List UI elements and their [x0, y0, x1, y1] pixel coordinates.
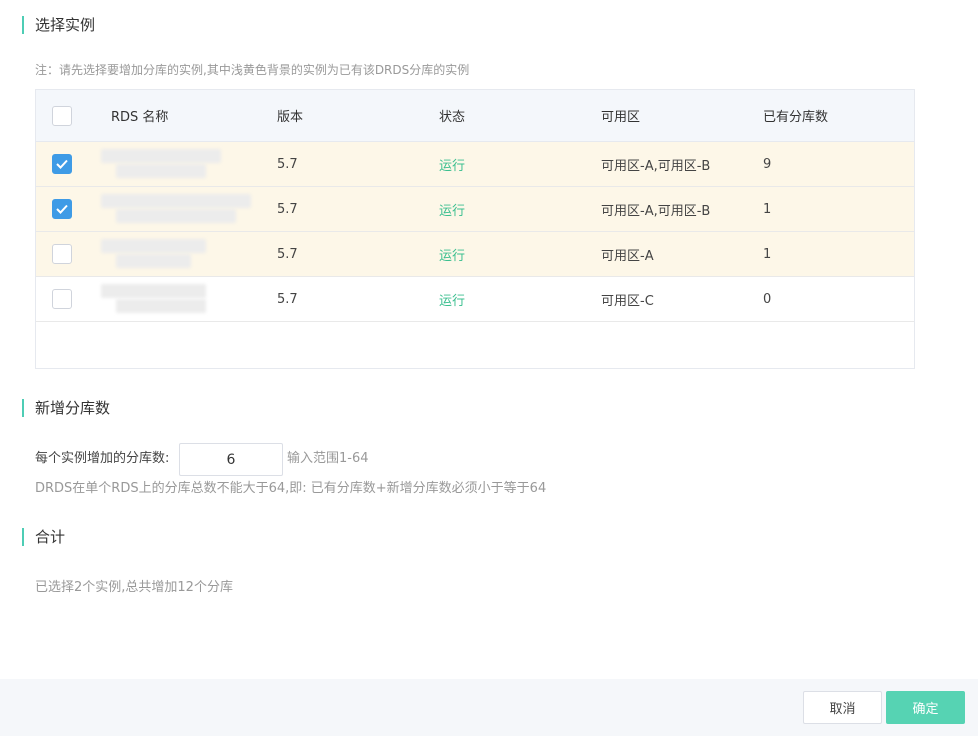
table-row[interactable]: 5.7 运行 可用区-C 0: [36, 277, 914, 322]
cell-zone: 可用区-A,可用区-B: [601, 203, 711, 219]
row-checkbox[interactable]: [52, 199, 72, 219]
check-icon: [56, 159, 68, 169]
cell-shard-count: 1: [763, 246, 772, 262]
section-title-select-instance: 选择实例: [22, 16, 95, 34]
select-all-checkbox[interactable]: [52, 105, 72, 126]
range-hint: 输入范围1-64: [287, 451, 369, 466]
cell-shard-count: 0: [763, 291, 772, 307]
rds-name-masked: [101, 232, 261, 276]
rule-hint: DRDS在单个RDS上的分库总数不能大于64,即: 已有分库数+新增分库数必须小…: [35, 481, 547, 496]
rds-name-masked: [101, 187, 261, 231]
row-checkbox[interactable]: [52, 289, 72, 309]
cell-shard-count: 1: [763, 201, 772, 217]
cancel-button[interactable]: 取消: [803, 691, 882, 724]
cell-version: 5.7: [277, 291, 298, 307]
row-checkbox[interactable]: [52, 154, 72, 174]
cell-status: 运行: [439, 248, 466, 264]
confirm-button[interactable]: 确定: [886, 691, 965, 724]
shard-count-label: 每个实例增加的分库数:: [35, 451, 170, 466]
instance-note: 注：请先选择要增加分库的实例,其中浅黄色背景的实例为已有该DRDS分库的实例: [35, 63, 470, 77]
cell-shard-count: 9: [763, 156, 772, 172]
table-header: RDS 名称 版本 状态 可用区 已有分库数: [36, 90, 914, 142]
table-row[interactable]: 5.7 运行 可用区-A 1: [36, 232, 914, 277]
cell-status: 运行: [439, 203, 466, 219]
row-checkbox[interactable]: [52, 244, 72, 264]
cell-zone: 可用区-A: [601, 248, 654, 264]
cell-status: 运行: [439, 293, 466, 309]
cell-zone: 可用区-C: [601, 293, 654, 309]
header-zone: 可用区: [601, 110, 641, 125]
rds-name-masked: [101, 142, 261, 186]
header-rds-name: RDS 名称: [111, 110, 169, 125]
check-icon: [56, 204, 68, 214]
cell-version: 5.7: [277, 246, 298, 262]
cell-version: 5.7: [277, 156, 298, 172]
header-shard-count: 已有分库数: [763, 110, 829, 125]
cell-status: 运行: [439, 158, 466, 174]
header-status: 状态: [439, 110, 466, 125]
header-version: 版本: [277, 110, 304, 125]
section-title-add-shards: 新增分库数: [22, 399, 110, 417]
rds-name-masked: [101, 277, 261, 321]
cell-version: 5.7: [277, 201, 298, 217]
dialog-footer: 取消 确定: [0, 679, 978, 736]
section-title-total: 合计: [22, 528, 65, 546]
summary-text: 已选择2个实例,总共增加12个分库: [35, 580, 233, 595]
table-row[interactable]: 5.7 运行 可用区-A,可用区-B 9: [36, 142, 914, 187]
shard-count-input[interactable]: [179, 443, 283, 476]
table-row[interactable]: 5.7 运行 可用区-A,可用区-B 1: [36, 187, 914, 232]
instance-table: RDS 名称 版本 状态 可用区 已有分库数 5.7 运行 可用区-A,可用区-…: [35, 89, 915, 369]
cell-zone: 可用区-A,可用区-B: [601, 158, 711, 174]
